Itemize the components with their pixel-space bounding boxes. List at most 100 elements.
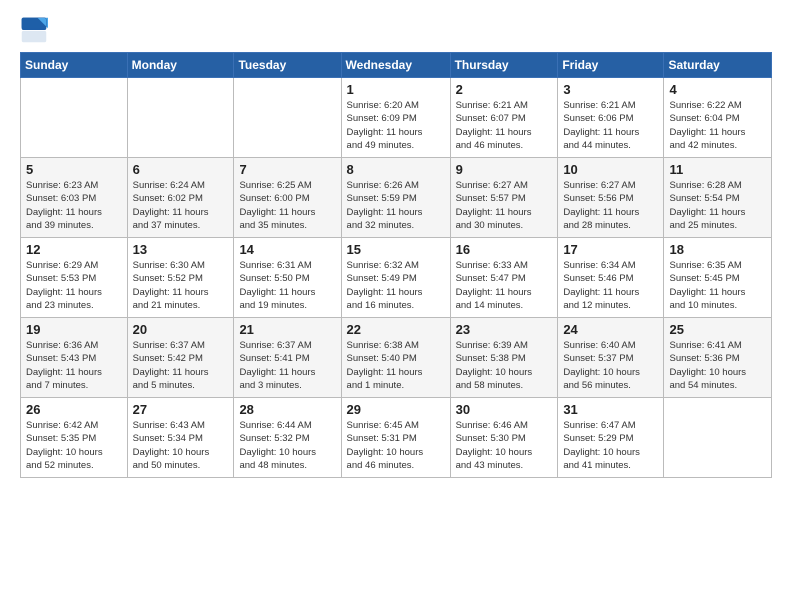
day-number: 10: [563, 162, 658, 177]
day-info: Sunrise: 6:28 AM Sunset: 5:54 PM Dayligh…: [669, 179, 766, 232]
header-monday: Monday: [127, 53, 234, 78]
day-info: Sunrise: 6:42 AM Sunset: 5:35 PM Dayligh…: [26, 419, 122, 472]
day-cell: [234, 78, 341, 158]
day-info: Sunrise: 6:46 AM Sunset: 5:30 PM Dayligh…: [456, 419, 553, 472]
day-cell: 3 Sunrise: 6:21 AM Sunset: 6:06 PM Daylig…: [558, 78, 664, 158]
day-info: Sunrise: 6:26 AM Sunset: 5:59 PM Dayligh…: [347, 179, 445, 232]
day-cell: 22 Sunrise: 6:38 AM Sunset: 5:40 PM Dayli…: [341, 318, 450, 398]
day-info: Sunrise: 6:39 AM Sunset: 5:38 PM Dayligh…: [456, 339, 553, 392]
day-info: Sunrise: 6:41 AM Sunset: 5:36 PM Dayligh…: [669, 339, 766, 392]
day-info: Sunrise: 6:27 AM Sunset: 5:57 PM Dayligh…: [456, 179, 553, 232]
day-cell: 6 Sunrise: 6:24 AM Sunset: 6:02 PM Daylig…: [127, 158, 234, 238]
header-thursday: Thursday: [450, 53, 558, 78]
header-friday: Friday: [558, 53, 664, 78]
day-number: 31: [563, 402, 658, 417]
day-cell: 18 Sunrise: 6:35 AM Sunset: 5:45 PM Dayli…: [664, 238, 772, 318]
day-cell: 23 Sunrise: 6:39 AM Sunset: 5:38 PM Dayli…: [450, 318, 558, 398]
logo: [20, 16, 52, 44]
day-cell: 25 Sunrise: 6:41 AM Sunset: 5:36 PM Dayli…: [664, 318, 772, 398]
day-cell: 26 Sunrise: 6:42 AM Sunset: 5:35 PM Dayli…: [21, 398, 128, 478]
day-info: Sunrise: 6:32 AM Sunset: 5:49 PM Dayligh…: [347, 259, 445, 312]
day-info: Sunrise: 6:21 AM Sunset: 6:07 PM Dayligh…: [456, 99, 553, 152]
day-number: 22: [347, 322, 445, 337]
day-info: Sunrise: 6:45 AM Sunset: 5:31 PM Dayligh…: [347, 419, 445, 472]
day-cell: 30 Sunrise: 6:46 AM Sunset: 5:30 PM Dayli…: [450, 398, 558, 478]
day-cell: [21, 78, 128, 158]
day-cell: 24Sunrise: 6:40 AM Sunset: 5:37 PM Dayli…: [558, 318, 664, 398]
day-number: 7: [239, 162, 335, 177]
day-number: 20: [133, 322, 229, 337]
day-info: Sunrise: 6:38 AM Sunset: 5:40 PM Dayligh…: [347, 339, 445, 392]
day-info: Sunrise: 6:31 AM Sunset: 5:50 PM Dayligh…: [239, 259, 335, 312]
day-cell: 9 Sunrise: 6:27 AM Sunset: 5:57 PM Daylig…: [450, 158, 558, 238]
days-header-row: SundayMondayTuesdayWednesdayThursdayFrid…: [21, 53, 772, 78]
header-sunday: Sunday: [21, 53, 128, 78]
day-cell: [127, 78, 234, 158]
day-number: 8: [347, 162, 445, 177]
week-row-5: 26 Sunrise: 6:42 AM Sunset: 5:35 PM Dayli…: [21, 398, 772, 478]
day-cell: 21 Sunrise: 6:37 AM Sunset: 5:41 PM Dayli…: [234, 318, 341, 398]
day-number: 4: [669, 82, 766, 97]
day-cell: 19Sunrise: 6:36 AM Sunset: 5:43 PM Dayli…: [21, 318, 128, 398]
day-info: Sunrise: 6:37 AM Sunset: 5:42 PM Dayligh…: [133, 339, 229, 392]
day-info: Sunrise: 6:22 AM Sunset: 6:04 PM Dayligh…: [669, 99, 766, 152]
day-cell: 15 Sunrise: 6:32 AM Sunset: 5:49 PM Dayli…: [341, 238, 450, 318]
day-info: Sunrise: 6:35 AM Sunset: 5:45 PM Dayligh…: [669, 259, 766, 312]
day-info: Sunrise: 6:23 AM Sunset: 6:03 PM Dayligh…: [26, 179, 122, 232]
day-number: 2: [456, 82, 553, 97]
day-info: Sunrise: 6:29 AM Sunset: 5:53 PM Dayligh…: [26, 259, 122, 312]
week-row-2: 5 Sunrise: 6:23 AM Sunset: 6:03 PM Daylig…: [21, 158, 772, 238]
day-cell: 10 Sunrise: 6:27 AM Sunset: 5:56 PM Dayli…: [558, 158, 664, 238]
day-info: Sunrise: 6:25 AM Sunset: 6:00 PM Dayligh…: [239, 179, 335, 232]
day-info: Sunrise: 6:44 AM Sunset: 5:32 PM Dayligh…: [239, 419, 335, 472]
day-cell: [664, 398, 772, 478]
day-cell: 27Sunrise: 6:43 AM Sunset: 5:34 PM Dayli…: [127, 398, 234, 478]
day-number: 1: [347, 82, 445, 97]
day-number: 29: [347, 402, 445, 417]
day-number: 21: [239, 322, 335, 337]
calendar: SundayMondayTuesdayWednesdayThursdayFrid…: [20, 52, 772, 478]
day-cell: 12 Sunrise: 6:29 AM Sunset: 5:53 PM Dayli…: [21, 238, 128, 318]
week-row-4: 19Sunrise: 6:36 AM Sunset: 5:43 PM Dayli…: [21, 318, 772, 398]
day-cell: 2 Sunrise: 6:21 AM Sunset: 6:07 PM Daylig…: [450, 78, 558, 158]
day-cell: 29 Sunrise: 6:45 AM Sunset: 5:31 PM Dayli…: [341, 398, 450, 478]
day-number: 6: [133, 162, 229, 177]
day-cell: 8 Sunrise: 6:26 AM Sunset: 5:59 PM Daylig…: [341, 158, 450, 238]
day-cell: 7 Sunrise: 6:25 AM Sunset: 6:00 PM Daylig…: [234, 158, 341, 238]
day-number: 9: [456, 162, 553, 177]
day-number: 23: [456, 322, 553, 337]
day-cell: 11 Sunrise: 6:28 AM Sunset: 5:54 PM Dayli…: [664, 158, 772, 238]
day-number: 3: [563, 82, 658, 97]
day-info: Sunrise: 6:20 AM Sunset: 6:09 PM Dayligh…: [347, 99, 445, 152]
day-number: 16: [456, 242, 553, 257]
day-number: 5: [26, 162, 122, 177]
day-info: Sunrise: 6:21 AM Sunset: 6:06 PM Dayligh…: [563, 99, 658, 152]
day-info: Sunrise: 6:36 AM Sunset: 5:43 PM Dayligh…: [26, 339, 122, 392]
day-number: 11: [669, 162, 766, 177]
week-row-1: 1 Sunrise: 6:20 AM Sunset: 6:09 PM Daylig…: [21, 78, 772, 158]
day-cell: 5 Sunrise: 6:23 AM Sunset: 6:03 PM Daylig…: [21, 158, 128, 238]
day-cell: 14 Sunrise: 6:31 AM Sunset: 5:50 PM Dayli…: [234, 238, 341, 318]
day-number: 13: [133, 242, 229, 257]
day-info: Sunrise: 6:33 AM Sunset: 5:47 PM Dayligh…: [456, 259, 553, 312]
day-number: 14: [239, 242, 335, 257]
header-saturday: Saturday: [664, 53, 772, 78]
day-number: 12: [26, 242, 122, 257]
day-info: Sunrise: 6:37 AM Sunset: 5:41 PM Dayligh…: [239, 339, 335, 392]
day-info: Sunrise: 6:27 AM Sunset: 5:56 PM Dayligh…: [563, 179, 658, 232]
header-tuesday: Tuesday: [234, 53, 341, 78]
header-wednesday: Wednesday: [341, 53, 450, 78]
day-number: 24: [563, 322, 658, 337]
day-number: 18: [669, 242, 766, 257]
day-info: Sunrise: 6:34 AM Sunset: 5:46 PM Dayligh…: [563, 259, 658, 312]
day-number: 30: [456, 402, 553, 417]
day-cell: 16 Sunrise: 6:33 AM Sunset: 5:47 PM Dayli…: [450, 238, 558, 318]
day-info: Sunrise: 6:24 AM Sunset: 6:02 PM Dayligh…: [133, 179, 229, 232]
day-number: 26: [26, 402, 122, 417]
day-number: 25: [669, 322, 766, 337]
day-number: 27: [133, 402, 229, 417]
day-number: 15: [347, 242, 445, 257]
day-cell: 13Sunrise: 6:30 AM Sunset: 5:52 PM Dayli…: [127, 238, 234, 318]
day-number: 17: [563, 242, 658, 257]
day-cell: 28Sunrise: 6:44 AM Sunset: 5:32 PM Dayli…: [234, 398, 341, 478]
